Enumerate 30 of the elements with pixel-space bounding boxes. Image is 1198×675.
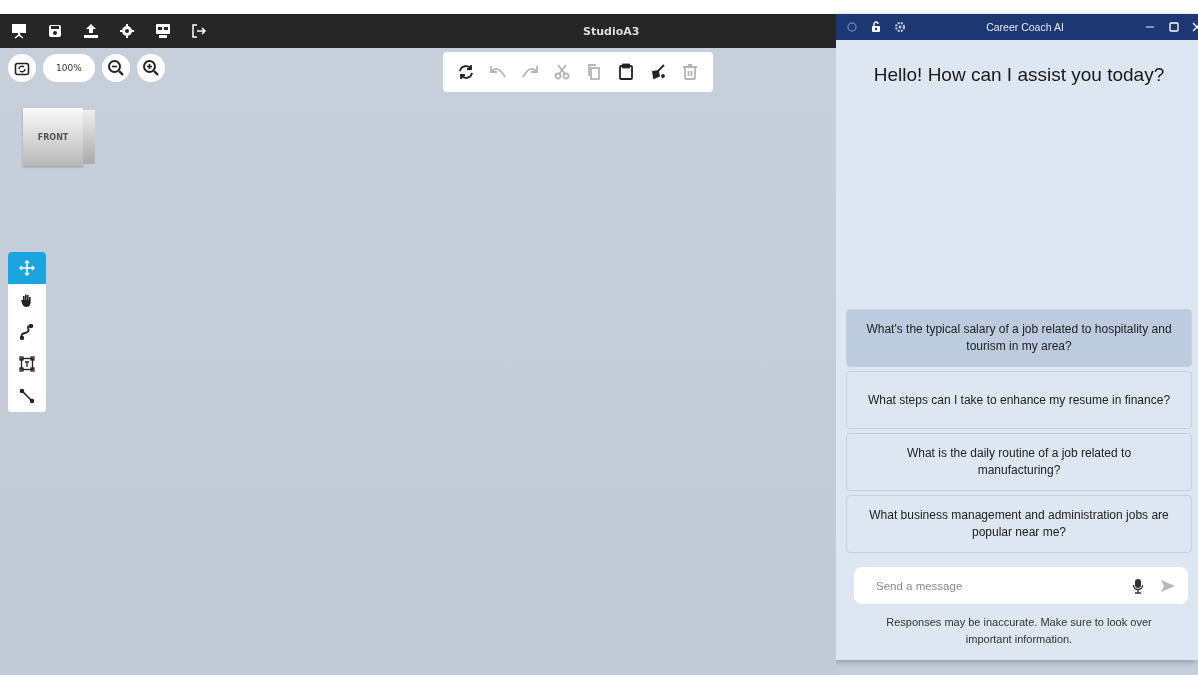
move-icon: [19, 260, 35, 276]
cut-icon: [552, 63, 571, 81]
delete-icon: [680, 63, 699, 81]
message-bar[interactable]: Send a message: [854, 567, 1188, 604]
text-box-icon: [19, 356, 35, 372]
message-field[interactable]: Send a message: [874, 578, 1116, 593]
zoom-in-icon: [141, 59, 160, 77]
camera-reset-button[interactable]: [8, 54, 36, 82]
cube-face-label: FRONT: [37, 132, 69, 142]
app-title: StudioA3: [583, 24, 640, 38]
camera-reset-icon: [14, 60, 30, 76]
zoom-level: 100%: [43, 54, 95, 82]
paste-icon: [616, 63, 635, 81]
zoom-out-button[interactable]: [101, 54, 130, 82]
line-icon: [19, 388, 35, 404]
suggestion-button[interactable]: What steps can I take to enhance my resume in finance?: [846, 371, 1192, 429]
close-icon[interactable]: [1192, 21, 1198, 33]
zoom-in-button[interactable]: [136, 54, 165, 82]
greeting-heading: Hello! How can I assist you today?: [872, 64, 1166, 86]
window-title: Career Coach AI: [985, 21, 1065, 33]
maximize-icon[interactable]: [1168, 21, 1180, 33]
lock-icon[interactable]: [870, 21, 882, 33]
curve-icon: [19, 324, 35, 340]
suggestion-button[interactable]: What's the typical salary of a job related to hospitality and tourism in my area?: [846, 309, 1192, 367]
suggestion-button[interactable]: What is the daily routine of a job related to manufacturing?: [846, 433, 1192, 491]
zoom-out-icon: [106, 59, 125, 77]
microphone-icon[interactable]: [1132, 577, 1144, 594]
suggestion-button[interactable]: What business management and administration jobs are popular near me?: [846, 495, 1192, 553]
refresh-icon: [456, 63, 475, 81]
disclaimer-text: Responses may be inaccurate. Make sure to look over important information.: [885, 615, 1153, 647]
